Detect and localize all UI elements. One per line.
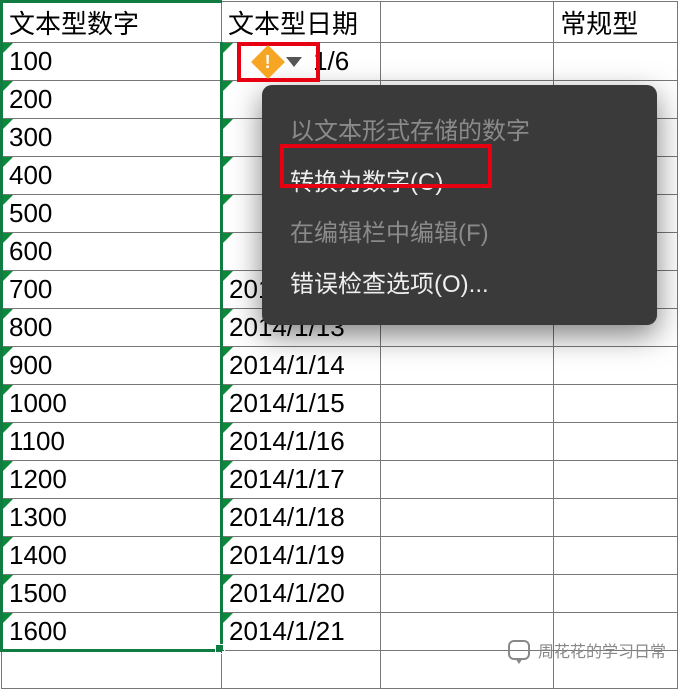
cell-a[interactable]: 1000 — [2, 385, 222, 423]
cell-a[interactable]: 700 — [2, 271, 222, 309]
cell-a[interactable]: 400 — [2, 157, 222, 195]
cell-b[interactable]: 2014/1/19 — [222, 537, 381, 575]
cell-b[interactable]: 2014/1/14 — [222, 347, 381, 385]
cell-c[interactable] — [381, 43, 554, 81]
cell-b[interactable]: 2014/1/15 — [222, 385, 381, 423]
cell-a[interactable]: 800 — [2, 309, 222, 347]
cell-a[interactable]: 200 — [2, 81, 222, 119]
cell-a[interactable]: 600 — [2, 233, 222, 271]
header-col-d[interactable]: 常规型 — [554, 2, 678, 43]
cell-c[interactable] — [381, 461, 554, 499]
cell-b[interactable]: 2014/1/17 — [222, 461, 381, 499]
cell-a[interactable] — [2, 651, 222, 689]
error-smart-tag[interactable]: ! — [237, 42, 320, 82]
cell-a[interactable]: 300 — [2, 119, 222, 157]
cell-c[interactable] — [381, 423, 554, 461]
cell-b[interactable]: 2014/1/20 — [222, 575, 381, 613]
cell-a[interactable]: 1400 — [2, 537, 222, 575]
error-context-menu: 以文本形式存储的数字 转换为数字(C) 在编辑栏中编辑(F) 错误检查选项(O)… — [262, 85, 657, 325]
cell-a[interactable]: 1500 — [2, 575, 222, 613]
header-col-b[interactable]: 文本型日期 — [222, 2, 381, 43]
menu-item-edit-in-formula-bar: 在编辑栏中编辑(F) — [262, 205, 657, 256]
warning-icon: ! — [251, 45, 285, 79]
cell-c[interactable] — [381, 537, 554, 575]
chevron-down-icon — [286, 57, 302, 67]
cell-b[interactable]: 2014/1/18 — [222, 499, 381, 537]
cell-d[interactable] — [554, 347, 678, 385]
menu-item-error-check-options[interactable]: 错误检查选项(O)... — [262, 256, 657, 307]
cell-b[interactable]: 2014/1/21 — [222, 613, 381, 651]
cell-c[interactable] — [381, 575, 554, 613]
cell-c[interactable] — [381, 499, 554, 537]
cell-c[interactable] — [381, 385, 554, 423]
cell-d[interactable] — [554, 385, 678, 423]
cell-a[interactable]: 1200 — [2, 461, 222, 499]
header-col-c[interactable] — [381, 2, 554, 43]
cell-d[interactable] — [554, 499, 678, 537]
cell-a[interactable]: 500 — [2, 195, 222, 233]
cell-c[interactable] — [381, 347, 554, 385]
cell-d[interactable] — [554, 423, 678, 461]
cell-d[interactable] — [554, 575, 678, 613]
cell-d[interactable] — [554, 43, 678, 81]
watermark: 周花花的学习日常 — [508, 638, 666, 662]
cell-a[interactable]: 1600 — [2, 613, 222, 651]
cell-b[interactable] — [222, 651, 381, 689]
cell-a[interactable]: 1100 — [2, 423, 222, 461]
cell-d[interactable] — [554, 461, 678, 499]
cell-a[interactable]: 100 — [2, 43, 222, 81]
cell-a[interactable]: 1300 — [2, 499, 222, 537]
watermark-text: 周花花的学习日常 — [538, 638, 666, 662]
cell-d[interactable] — [554, 537, 678, 575]
cell-a[interactable]: 900 — [2, 347, 222, 385]
menu-item-stored-as-text: 以文本形式存储的数字 — [262, 103, 657, 154]
speech-bubble-icon — [508, 640, 530, 660]
menu-item-convert-to-number[interactable]: 转换为数字(C) — [262, 154, 657, 205]
header-col-a[interactable]: 文本型数字 — [2, 2, 222, 43]
cell-b[interactable]: 2014/1/16 — [222, 423, 381, 461]
